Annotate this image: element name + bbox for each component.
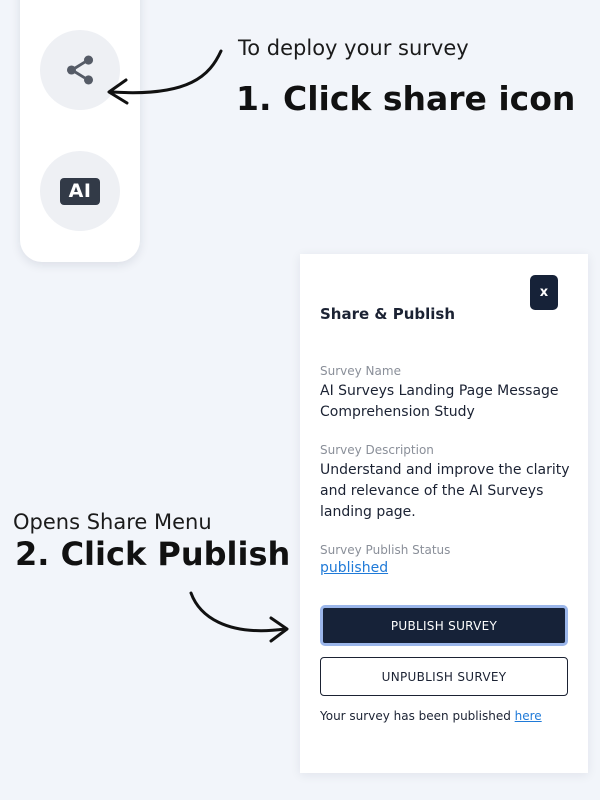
arrow-to-publish-button <box>189 591 289 643</box>
published-note: Your survey has been published here <box>320 709 542 723</box>
share-publish-panel: x Share & Publish Survey Name AI Surveys… <box>300 254 588 773</box>
share-icon <box>66 55 94 85</box>
sidebar-panel: AI <box>20 0 140 262</box>
step2-title: 2. Click Publish <box>15 535 291 573</box>
survey-name-value: AI Surveys Landing Page Message Comprehe… <box>320 383 559 420</box>
publish-status-link[interactable]: published <box>320 560 388 576</box>
survey-description-value: Understand and improve the clarity and r… <box>320 462 570 520</box>
panel-title: Share & Publish <box>320 305 455 323</box>
unpublish-survey-button[interactable]: UNPUBLISH SURVEY <box>320 657 568 696</box>
close-button[interactable]: x <box>530 275 558 310</box>
ai-icon: AI <box>59 177 101 205</box>
step2-subtitle: Opens Share Menu <box>13 510 212 534</box>
published-note-text: Your survey has been published <box>320 709 515 723</box>
survey-description-label: Survey Description <box>320 443 434 457</box>
publish-survey-button[interactable]: PUBLISH SURVEY <box>320 605 568 646</box>
arrow-to-share-icon <box>107 49 223 105</box>
step1-title: 1. Click share icon <box>236 79 576 118</box>
publish-status-label: Survey Publish Status <box>320 543 451 557</box>
survey-name-label: Survey Name <box>320 364 401 378</box>
step1-subtitle: To deploy your survey <box>238 36 469 60</box>
ai-button[interactable]: AI <box>40 151 120 231</box>
published-survey-link[interactable]: here <box>515 709 542 723</box>
